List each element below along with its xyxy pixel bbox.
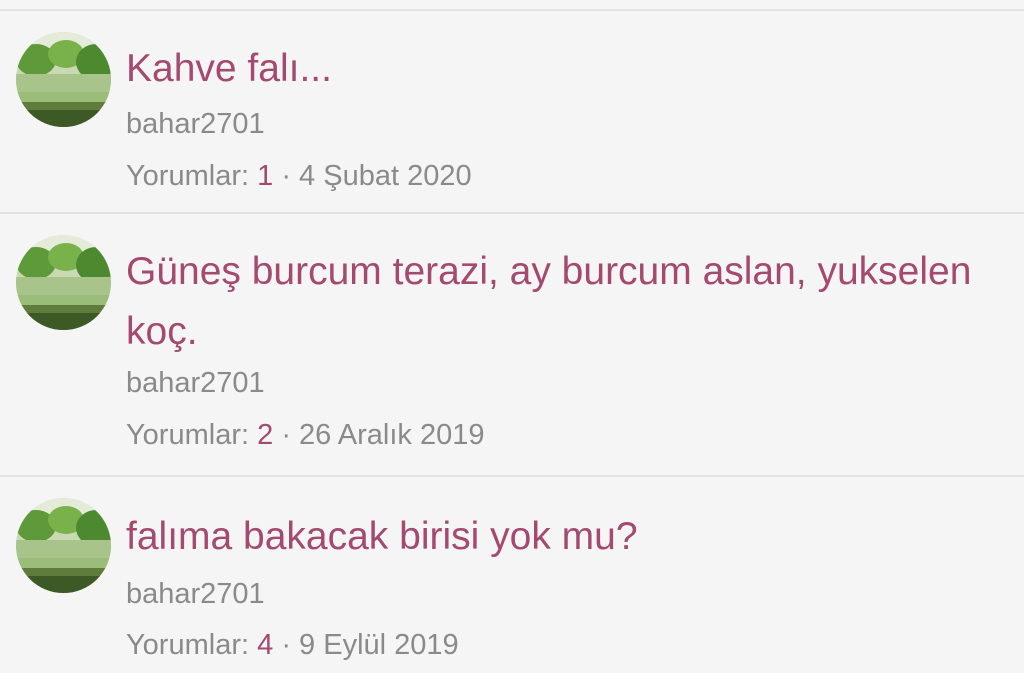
thread-meta: Yorumlar: 1 · 4 Şubat 2020 <box>126 159 1004 193</box>
meta-separator: · <box>281 160 291 192</box>
user-avatar[interactable] <box>16 235 111 330</box>
replies-count-link[interactable]: 1 <box>257 160 273 192</box>
avatar-landscape-image <box>16 32 111 127</box>
user-avatar[interactable] <box>16 498 111 593</box>
meta-separator: · <box>281 419 291 451</box>
replies-label: Yorumlar: <box>126 629 250 661</box>
thread-title-link[interactable]: Kahve falı... <box>126 39 1004 99</box>
meta-separator: · <box>281 629 291 661</box>
replies-label: Yorumlar: <box>126 160 250 192</box>
divider <box>0 0 1024 11</box>
thread-meta: Yorumlar: 4 · 9 Eylül 2019 <box>126 628 1004 662</box>
thread-meta: Yorumlar: 2 · 26 Aralık 2019 <box>126 418 1004 452</box>
thread-list: Kahve falı... bahar2701 Yorumlar: 1 · 4 … <box>0 0 1024 673</box>
avatar-landscape-image <box>16 498 111 593</box>
replies-count-link[interactable]: 2 <box>257 419 273 451</box>
thread-item[interactable]: Güneş burcum terazi, ay burcum aslan, yu… <box>0 214 1024 477</box>
thread-body: falıma bakacak birisi yok mu? bahar2701 … <box>126 507 1004 662</box>
thread-date: 9 Eylül 2019 <box>299 629 459 661</box>
replies-count-link[interactable]: 4 <box>257 629 273 661</box>
thread-date: 26 Aralık 2019 <box>299 419 485 451</box>
thread-date: 4 Şubat 2020 <box>299 160 472 192</box>
thread-title-link[interactable]: falıma bakacak birisi yok mu? <box>126 507 1004 567</box>
thread-body: Güneş burcum terazi, ay burcum aslan, yu… <box>126 242 1004 452</box>
thread-item[interactable]: Kahve falı... bahar2701 Yorumlar: 1 · 4 … <box>0 11 1024 214</box>
user-avatar[interactable] <box>16 32 111 127</box>
thread-author-link[interactable]: bahar2701 <box>126 107 1004 141</box>
replies-label: Yorumlar: <box>126 419 250 451</box>
thread-author-link[interactable]: bahar2701 <box>126 577 1004 611</box>
thread-body: Kahve falı... bahar2701 Yorumlar: 1 · 4 … <box>126 39 1004 193</box>
thread-title-link[interactable]: Güneş burcum terazi, ay burcum aslan, yu… <box>126 242 1004 362</box>
thread-item[interactable]: falıma bakacak birisi yok mu? bahar2701 … <box>0 477 1024 673</box>
avatar-landscape-image <box>16 235 111 330</box>
thread-author-link[interactable]: bahar2701 <box>126 366 1004 400</box>
